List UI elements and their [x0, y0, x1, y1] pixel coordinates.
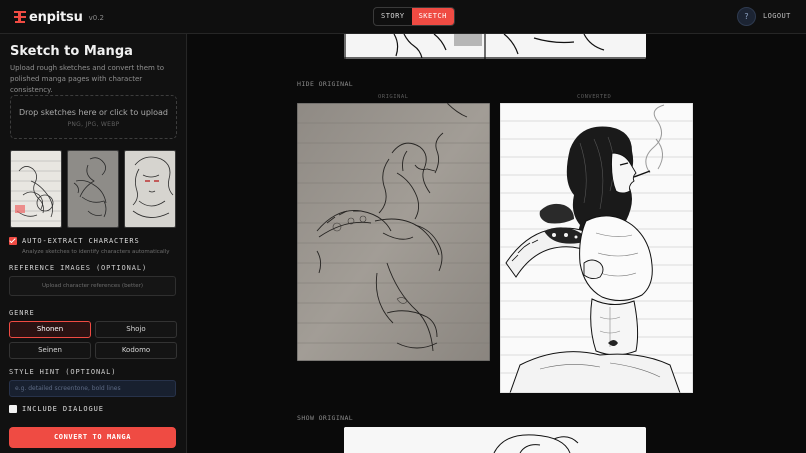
app-name: enpitsu	[29, 9, 83, 25]
show-original-toggle[interactable]: SHOW ORIGINAL	[297, 414, 353, 422]
include-dialogue-checkbox[interactable]	[9, 405, 17, 413]
mode-toggle: STORY SKETCH	[373, 7, 455, 26]
genre-label: GENRE	[9, 309, 35, 317]
include-dialogue-row[interactable]: INCLUDE DIALOGUE	[9, 405, 104, 413]
genre-kodomo-button[interactable]: Kodomo	[95, 342, 177, 359]
reference-images-label: REFERENCE IMAGES (OPTIONAL)	[9, 264, 148, 272]
auto-extract-row[interactable]: AUTO-EXTRACT CHARACTERS	[9, 237, 140, 245]
auto-extract-label: AUTO-EXTRACT CHARACTERS	[22, 237, 140, 245]
logout-button[interactable]: LOGOUT	[763, 12, 791, 20]
original-sketch-image	[297, 103, 490, 361]
results-area: HIDE ORIGINAL ORIGINAL CONVERTED SHOW OR…	[188, 34, 806, 453]
genre-shojo-button[interactable]: Shojo	[95, 321, 177, 338]
dropzone-formats: PNG, JPG, WEBP	[67, 121, 120, 128]
dropzone-label: Drop sketches here or click to upload	[19, 108, 168, 117]
sketch-thumbnail[interactable]	[10, 150, 62, 228]
page-description: Upload rough sketches and convert them t…	[10, 64, 165, 94]
hide-original-toggle[interactable]: HIDE ORIGINAL	[297, 80, 353, 88]
sketch-thumbnails	[10, 150, 177, 228]
auto-extract-checkbox[interactable]	[9, 237, 17, 245]
genre-seinen-button[interactable]: Seinen	[9, 342, 91, 359]
sketch-dropzone[interactable]: Drop sketches here or click to upload PN…	[10, 95, 177, 139]
sketch-thumbnail[interactable]	[67, 150, 119, 228]
story-mode-button[interactable]: STORY	[374, 8, 412, 25]
include-dialogue-label: INCLUDE DIALOGUE	[22, 405, 104, 413]
converted-manga-image	[500, 103, 693, 393]
next-result-image	[344, 427, 646, 453]
converted-column-label: CONVERTED	[577, 94, 612, 100]
help-button[interactable]: ?	[737, 7, 756, 26]
pencil-logo-icon	[13, 10, 27, 24]
convert-to-manga-button[interactable]: CONVERT TO MANGA	[9, 427, 176, 448]
sketch-thumbnail[interactable]	[124, 150, 176, 228]
reference-upload-field[interactable]: Upload character references (better)	[9, 276, 176, 296]
original-column-label: ORIGINAL	[378, 94, 409, 100]
style-hint-input[interactable]: e.g. detailed screentone, bold lines	[9, 380, 176, 397]
genre-shonen-button[interactable]: Shonen	[9, 321, 91, 338]
top-bar: enpitsu v0.2 STORY SKETCH ? LOGOUT	[0, 0, 806, 34]
sidebar: Sketch to Manga Upload rough sketches an…	[0, 34, 187, 453]
app-logo[interactable]: enpitsu v0.2	[13, 8, 104, 26]
sketch-mode-button[interactable]: SKETCH	[411, 8, 454, 25]
page-title: Sketch to Manga	[10, 44, 133, 59]
app-version: v0.2	[88, 14, 104, 22]
previous-result-image	[344, 34, 646, 59]
style-hint-label: STYLE HINT (OPTIONAL)	[9, 368, 117, 376]
auto-extract-hint: Analyze sketches to identify characters …	[22, 249, 170, 255]
